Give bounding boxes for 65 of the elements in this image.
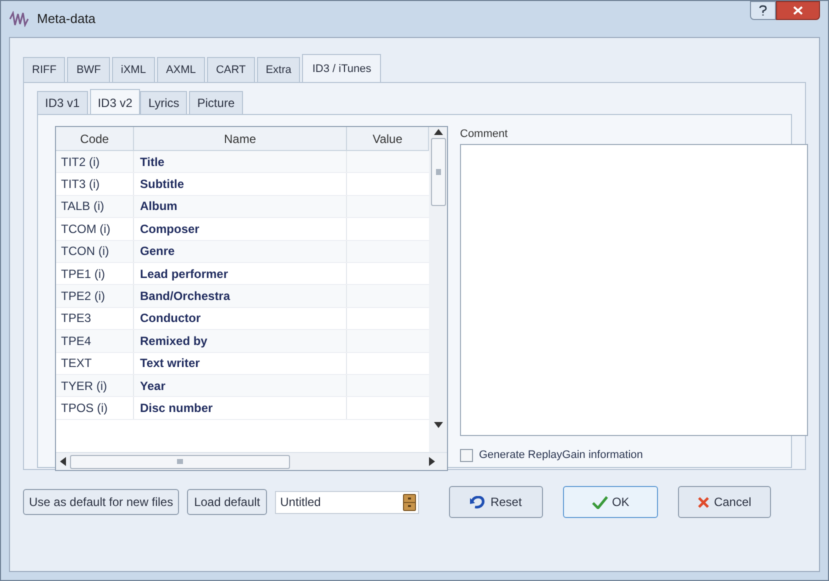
comment-label: Comment xyxy=(460,127,509,142)
checkbox-label: Generate ReplayGain information xyxy=(479,448,643,463)
tab[interactable]: ID3 v2 xyxy=(90,89,140,115)
load-default-button[interactable]: Load default xyxy=(187,489,268,515)
code-cell: TALB (i) xyxy=(56,196,134,218)
tab[interactable]: ID3 / iTunes xyxy=(302,54,382,83)
checkbox[interactable] xyxy=(460,448,473,462)
code-cell: TPE3 xyxy=(56,308,134,330)
name-cell: Lead performer xyxy=(134,262,347,284)
name-cell: Title xyxy=(134,151,347,172)
cancel-button[interactable]: Cancel xyxy=(678,486,772,518)
cross-icon xyxy=(698,496,709,508)
reset-button[interactable]: Reset xyxy=(449,486,544,518)
help-button[interactable] xyxy=(750,1,776,20)
checkmark-icon xyxy=(592,496,608,508)
undo-icon xyxy=(470,496,486,508)
close-icon xyxy=(793,6,803,15)
code-cell: TCON (i) xyxy=(56,240,134,262)
code-cell: TPE1 (i) xyxy=(56,262,134,284)
window-title: Meta-data xyxy=(37,10,96,28)
name-cell: Genre xyxy=(134,240,347,262)
column-header[interactable]: Code xyxy=(56,127,134,150)
tab[interactable]: CART xyxy=(206,57,255,82)
scroll-left-icon xyxy=(60,457,66,466)
help-icon xyxy=(759,5,767,16)
name-cell: Year xyxy=(134,374,347,396)
tab[interactable]: BWF xyxy=(67,57,110,82)
tab[interactable]: Lyrics xyxy=(140,91,188,114)
tab[interactable]: iXML xyxy=(112,57,155,82)
default-button[interactable]: Use as default for new files xyxy=(23,489,180,515)
code-cell: TIT2 (i) xyxy=(56,151,134,172)
waveform-icon xyxy=(9,11,29,27)
tab[interactable]: AXML xyxy=(156,57,205,82)
column-header[interactable]: Name xyxy=(134,127,347,150)
close-button[interactable] xyxy=(776,1,820,20)
code-cell: TIT3 (i) xyxy=(56,173,134,195)
tab[interactable]: ID3 v1 xyxy=(37,91,88,114)
name-cell: Conductor xyxy=(134,308,347,330)
vertical-scrollbar[interactable] xyxy=(429,127,447,452)
comment-field[interactable] xyxy=(460,144,808,436)
name-cell: Composer xyxy=(134,218,347,240)
code-cell: TEXT xyxy=(56,352,134,374)
cabinet-icon xyxy=(403,494,416,510)
name-cell: Album xyxy=(134,196,347,218)
scroll-up-icon xyxy=(434,129,442,135)
code-cell: TPOS (i) xyxy=(56,397,134,419)
tab[interactable]: RIFF xyxy=(23,57,66,82)
name-cell: Band/Orchestra xyxy=(134,285,347,307)
name-cell: Disc number xyxy=(134,397,347,419)
scroll-thumb[interactable] xyxy=(70,454,290,468)
tab[interactable]: Extra xyxy=(256,57,300,82)
scroll-down-icon xyxy=(434,422,442,428)
code-cell: TYER (i) xyxy=(56,374,134,396)
name-cell: Text writer xyxy=(134,352,347,374)
preset-field[interactable]: Untitled xyxy=(275,490,420,514)
scroll-right-icon xyxy=(429,457,435,466)
code-cell: TPE2 (i) xyxy=(56,285,134,307)
horizontal-scrollbar[interactable] xyxy=(56,452,447,470)
tab[interactable]: Picture xyxy=(189,91,243,114)
name-cell: Remixed by xyxy=(134,330,347,352)
name-cell: Subtitle xyxy=(134,173,347,195)
code-cell: TPE4 xyxy=(56,330,134,352)
ok-button[interactable]: OK xyxy=(563,486,658,518)
code-cell: TCOM (i) xyxy=(56,218,134,240)
scroll-thumb[interactable] xyxy=(430,138,446,206)
